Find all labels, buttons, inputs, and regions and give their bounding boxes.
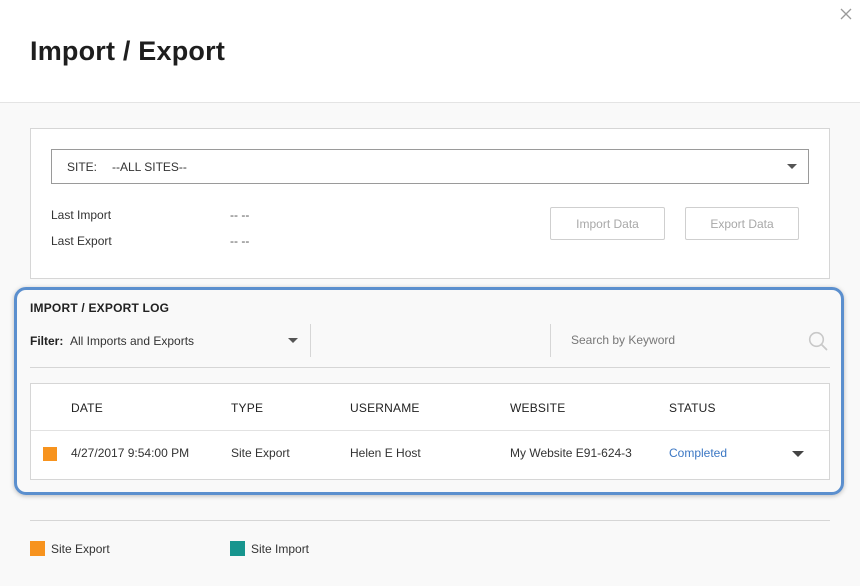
row-website: My Website E91-624-3 bbox=[510, 446, 632, 460]
chevron-down-icon bbox=[288, 338, 298, 343]
search-icon[interactable] bbox=[808, 331, 828, 351]
import-data-button[interactable]: Import Data bbox=[550, 207, 665, 240]
row-username: Helen E Host bbox=[350, 446, 421, 460]
column-header-type: TYPE bbox=[231, 401, 264, 415]
filter-label: Filter: bbox=[30, 334, 64, 348]
dialog-header: Import / Export bbox=[0, 0, 860, 103]
column-header-website: WEBSITE bbox=[510, 401, 566, 415]
log-divider bbox=[30, 367, 830, 368]
last-export-value: -- -- bbox=[230, 234, 250, 248]
filter-select-value: All Imports and Exports bbox=[70, 334, 195, 348]
column-header-status: STATUS bbox=[669, 401, 716, 415]
row-status-link[interactable]: Completed bbox=[669, 446, 727, 460]
export-type-swatch bbox=[43, 447, 57, 461]
last-import-label: Last Import bbox=[51, 208, 112, 222]
search-input[interactable] bbox=[560, 325, 830, 355]
site-panel: SITE: --ALL SITES-- Last Import -- -- La… bbox=[30, 128, 830, 279]
close-icon[interactable] bbox=[838, 6, 854, 22]
legend-divider bbox=[30, 520, 830, 521]
chevron-down-icon bbox=[787, 164, 797, 169]
last-export-label: Last Export bbox=[51, 234, 112, 248]
row-expand-chevron-down-icon[interactable] bbox=[792, 451, 804, 457]
table-row[interactable]: 4/27/2017 9:54:00 PM Site Export Helen E… bbox=[31, 431, 829, 479]
last-import-value: -- -- bbox=[230, 208, 250, 222]
log-title: IMPORT / EXPORT LOG bbox=[30, 301, 170, 315]
column-header-username: USERNAME bbox=[350, 401, 420, 415]
legend-label-import: Site Import bbox=[251, 542, 310, 556]
page-title: Import / Export bbox=[30, 36, 226, 66]
column-header-date: DATE bbox=[71, 401, 103, 415]
search-divider bbox=[550, 324, 551, 357]
filter-divider bbox=[310, 324, 311, 357]
legend-label-export: Site Export bbox=[51, 542, 110, 556]
export-data-button[interactable]: Export Data bbox=[685, 207, 799, 240]
legend-swatch-export bbox=[30, 541, 45, 556]
filter-select[interactable]: All Imports and Exports bbox=[70, 325, 302, 355]
row-date: 4/27/2017 9:54:00 PM bbox=[71, 446, 190, 460]
site-select[interactable]: SITE: --ALL SITES-- bbox=[51, 149, 809, 184]
legend-swatch-import bbox=[230, 541, 245, 556]
site-select-value: --ALL SITES-- bbox=[112, 160, 187, 174]
site-select-label: SITE: bbox=[67, 160, 98, 174]
row-type: Site Export bbox=[231, 446, 290, 460]
log-table: DATE TYPE USERNAME WEBSITE STATUS 4/27/2… bbox=[30, 383, 830, 480]
